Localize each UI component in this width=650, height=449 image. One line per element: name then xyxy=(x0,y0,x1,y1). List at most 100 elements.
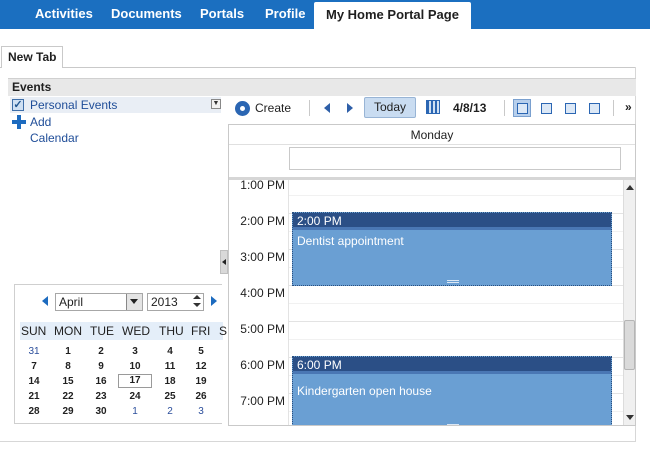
nav-tab-profile[interactable]: Profile xyxy=(265,0,305,29)
day-cell[interactable]: 28 xyxy=(21,406,47,417)
spinner-arrows-icon[interactable] xyxy=(192,295,202,309)
resize-grip-icon[interactable] xyxy=(447,424,459,425)
day-cell[interactable]: 12 xyxy=(188,361,214,372)
day-cell[interactable]: 3 xyxy=(188,406,214,417)
collapse-sidebar-handle[interactable] xyxy=(220,250,228,274)
month-select[interactable]: April xyxy=(55,293,143,311)
scrollbar-thumb[interactable] xyxy=(624,320,635,370)
weekday-label: TUE xyxy=(90,324,114,338)
day-cell[interactable]: 14 xyxy=(21,376,47,387)
hourly-grid[interactable]: 1:00 PM 2:00 PM 3:00 PM 4:00 PM 5:00 PM … xyxy=(229,180,623,425)
toolbar-divider xyxy=(309,100,310,116)
more-options-icon[interactable]: » xyxy=(625,100,632,114)
events-section-title: Events xyxy=(8,78,636,96)
day-cell[interactable]: 26 xyxy=(188,391,214,402)
event-dentist-appointment[interactable]: 2:00 PM Dentist appointment xyxy=(292,212,612,286)
weekday-label: FRI xyxy=(191,324,211,338)
hour-label: 5:00 PM xyxy=(240,322,285,336)
day-cell[interactable]: 24 xyxy=(122,391,148,402)
day-cell[interactable]: 16 xyxy=(88,376,114,387)
month-view-icon[interactable] xyxy=(561,99,579,117)
scroll-up-arrow-icon[interactable] xyxy=(626,185,634,190)
day-cell[interactable]: 19 xyxy=(188,376,214,387)
day-cell[interactable]: 25 xyxy=(157,391,183,402)
event-time: 6:00 PM xyxy=(293,357,611,374)
day-cell[interactable]: 11 xyxy=(157,361,183,372)
event-title: Dentist appointment xyxy=(297,234,404,248)
add-calendar-label: Add Calendar xyxy=(30,115,79,145)
hour-label: 2:00 PM xyxy=(240,214,285,228)
calendar-toolbar: Create Today 4/8/13 » xyxy=(229,96,636,120)
today-button[interactable]: Today xyxy=(364,97,416,118)
calendar-item-label: Personal Events xyxy=(30,98,118,112)
current-date-label: 4/8/13 xyxy=(453,101,487,115)
year-spinner[interactable]: 2013 xyxy=(147,293,204,311)
day-cell-today[interactable]: 17 xyxy=(118,374,152,388)
calendar-options-dropdown-icon[interactable]: ▼ xyxy=(211,99,221,109)
nav-tab-my-home-portal-page[interactable]: My Home Portal Page xyxy=(314,2,471,29)
week-view-icon[interactable] xyxy=(537,99,555,117)
weekday-label: THU xyxy=(159,324,184,338)
day-cell[interactable]: 18 xyxy=(157,376,183,387)
event-kindergarten-open-house[interactable]: 6:00 PM Kindergarten open house xyxy=(292,356,612,425)
top-nav-bar: Activities Documents Portals Profile My … xyxy=(0,0,650,29)
day-cell[interactable]: 22 xyxy=(55,391,81,402)
vertical-scrollbar[interactable] xyxy=(623,180,635,425)
resize-grip-icon[interactable] xyxy=(447,280,459,283)
hour-label: 1:00 PM xyxy=(240,180,285,192)
day-cell[interactable]: 10 xyxy=(122,361,148,372)
mini-calendar: April 2013 SUN MON TUE WED THU FRI S 31 … xyxy=(14,284,227,424)
month-value: April xyxy=(59,295,84,309)
event-title: Kindergarten open house xyxy=(297,384,432,398)
calendar-item-personal-events[interactable]: ✓ Personal Events xyxy=(10,97,221,113)
day-cell[interactable]: 31 xyxy=(21,346,47,357)
previous-day-arrow-icon[interactable] xyxy=(324,103,330,113)
day-cell[interactable]: 7 xyxy=(21,361,47,372)
hour-label: 6:00 PM xyxy=(240,358,285,372)
create-button[interactable]: Create xyxy=(235,99,291,117)
checkbox-icon[interactable]: ✓ xyxy=(12,99,24,111)
prev-month-arrow-icon[interactable] xyxy=(42,296,48,306)
create-label: Create xyxy=(255,101,292,115)
weekday-label: MON xyxy=(54,324,82,338)
next-month-arrow-icon[interactable] xyxy=(211,296,217,306)
day-view-icon[interactable] xyxy=(513,99,531,117)
nav-tab-documents[interactable]: Documents xyxy=(111,0,182,29)
day-cell[interactable]: 8 xyxy=(55,361,81,372)
day-cell[interactable]: 9 xyxy=(88,361,114,372)
chevron-down-icon[interactable] xyxy=(126,294,142,310)
plus-icon xyxy=(11,114,27,130)
day-view-panel: Monday 1:00 PM 2:00 PM 3:00 PM 4:00 PM 5… xyxy=(228,124,636,426)
hour-label: 7:00 PM xyxy=(240,394,285,408)
day-cell[interactable]: 1 xyxy=(55,346,81,357)
day-cell[interactable]: 21 xyxy=(21,391,47,402)
day-cell[interactable]: 23 xyxy=(88,391,114,402)
weekday-label: S xyxy=(219,324,228,338)
half-hour-line xyxy=(289,339,623,340)
gear-icon xyxy=(235,101,250,116)
day-cell[interactable]: 15 xyxy=(55,376,81,387)
nav-tab-activities[interactable]: Activities xyxy=(35,0,93,29)
nav-tab-portals[interactable]: Portals xyxy=(200,0,244,29)
scroll-down-arrow-icon[interactable] xyxy=(626,415,634,420)
day-cell[interactable]: 5 xyxy=(188,346,214,357)
hour-line xyxy=(289,321,623,322)
all-day-events-area[interactable] xyxy=(289,147,621,170)
day-cell[interactable]: 4 xyxy=(157,346,183,357)
day-cell[interactable]: 29 xyxy=(55,406,81,417)
day-cell[interactable]: 2 xyxy=(157,406,183,417)
toolbar-divider xyxy=(504,100,505,116)
list-view-icon[interactable] xyxy=(585,99,603,117)
day-cell[interactable]: 2 xyxy=(88,346,114,357)
weekday-label: SUN xyxy=(21,324,47,338)
weekday-label: WED xyxy=(122,324,150,338)
day-column-header: Monday xyxy=(229,125,635,145)
next-day-arrow-icon[interactable] xyxy=(347,103,353,113)
day-cell[interactable]: 3 xyxy=(122,346,148,357)
calendar-picker-icon[interactable] xyxy=(426,100,440,114)
year-value: 2013 xyxy=(151,295,178,309)
day-cell[interactable]: 1 xyxy=(122,406,148,417)
tab-new-tab[interactable]: New Tab xyxy=(1,46,64,68)
day-cell[interactable]: 30 xyxy=(88,406,114,417)
half-hour-line xyxy=(289,195,623,196)
